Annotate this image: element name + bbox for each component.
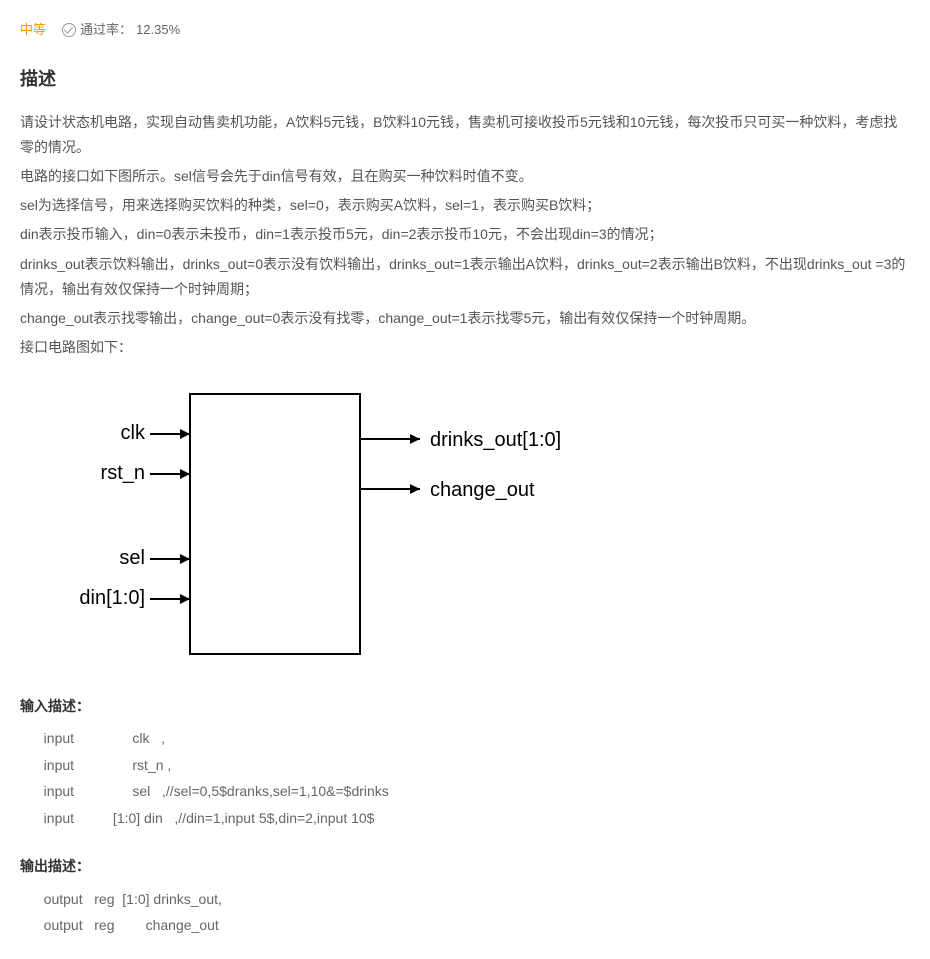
description-line: 接口电路图如下： bbox=[20, 335, 910, 360]
pass-rate-value: 12.35% bbox=[136, 20, 180, 41]
diagram-label-drinksout: drinks_out[1:0] bbox=[430, 429, 561, 451]
description-line: 电路的接口如下图所示。sel信号会先于din信号有效，且在购买一种饮料时值不变。 bbox=[20, 164, 910, 189]
pass-rate-label: 通过率： bbox=[80, 20, 132, 41]
description-line: din表示投币输入，din=0表示未投币，din=1表示投币5元，din=2表示… bbox=[20, 222, 910, 247]
difficulty-badge: 中等 bbox=[20, 20, 46, 41]
description-line: sel为选择信号，用来选择购买饮料的种类，sel=0，表示购买A饮料，sel=1… bbox=[20, 193, 910, 218]
description-title: 描述 bbox=[20, 65, 910, 94]
description-line: 请设计状态机电路，实现自动售卖机功能，A饮料5元钱，B饮料10元钱，售卖机可接收… bbox=[20, 110, 910, 160]
description-line: change_out表示找零输出，change_out=0表示没有找零，chan… bbox=[20, 306, 910, 331]
input-description-section: 输入描述： input clk , input rst_n , input se… bbox=[20, 695, 910, 832]
circuit-diagram: clk rst_n sel din[1:0] drinks_out[1:0] c… bbox=[20, 384, 910, 670]
check-icon bbox=[62, 23, 76, 37]
output-description-section: 输出描述： output reg [1:0] drinks_out, outpu… bbox=[20, 855, 910, 939]
description-body: 请设计状态机电路，实现自动售卖机功能，A饮料5元钱，B饮料10元钱，售卖机可接收… bbox=[20, 110, 910, 361]
diagram-label-rstn: rst_n bbox=[101, 462, 145, 484]
code-line: output reg [1:0] drinks_out, bbox=[32, 886, 910, 913]
diagram-label-sel: sel bbox=[119, 547, 145, 569]
diagram-svg: clk rst_n sel din[1:0] drinks_out[1:0] c… bbox=[40, 384, 600, 664]
input-desc-title: 输入描述： bbox=[20, 695, 910, 717]
diagram-label-clk: clk bbox=[121, 422, 146, 444]
meta-row: 中等 通过率：12.35% bbox=[20, 20, 910, 41]
output-desc-title: 输出描述： bbox=[20, 855, 910, 877]
input-desc-lines: input clk , input rst_n , input sel ,//s… bbox=[20, 725, 910, 831]
code-line: input clk , bbox=[32, 725, 910, 752]
diagram-label-din: din[1:0] bbox=[79, 587, 145, 609]
pass-rate: 通过率：12.35% bbox=[62, 20, 180, 41]
code-line: input rst_n , bbox=[32, 752, 910, 779]
diagram-label-changeout: change_out bbox=[430, 479, 535, 501]
code-line: input [1:0] din ,//din=1,input 5$,din=2,… bbox=[32, 805, 910, 832]
output-desc-lines: output reg [1:0] drinks_out, output reg … bbox=[20, 886, 910, 939]
code-line: output reg change_out bbox=[32, 912, 910, 939]
description-line: drinks_out表示饮料输出，drinks_out=0表示没有饮料输出，dr… bbox=[20, 252, 910, 302]
code-line: input sel ,//sel=0,5$dranks,sel=1,10&=$d… bbox=[32, 778, 910, 805]
